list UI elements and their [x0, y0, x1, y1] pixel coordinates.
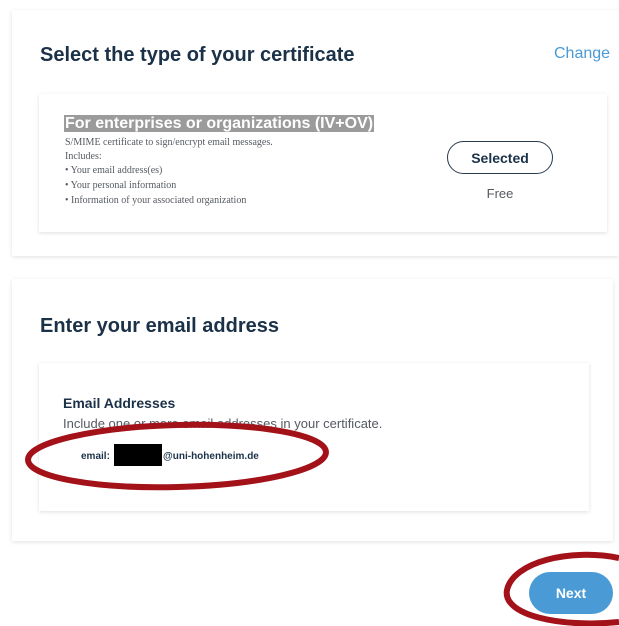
- email-addresses-card: Email Addresses Include one or more emai…: [39, 363, 589, 511]
- email-addresses-description: Include one or more email addresses in y…: [63, 416, 383, 431]
- next-button[interactable]: Next: [529, 572, 613, 614]
- option-include-item: • Information of your associated organiz…: [65, 195, 247, 206]
- email-domain: @uni-hohenheim.de: [163, 451, 259, 462]
- certificate-type-card: Select the type of your certificate Chan…: [12, 10, 619, 256]
- email-addresses-title: Email Addresses: [63, 395, 176, 411]
- certificate-option-card: For enterprises or organizations (IV+OV)…: [39, 94, 607, 232]
- redacted-username: [114, 444, 162, 466]
- change-link[interactable]: Change: [554, 45, 610, 63]
- option-include-item: • Your personal information: [65, 180, 177, 191]
- certificate-type-heading: Select the type of your certificate: [40, 44, 355, 66]
- email-heading: Enter your email address: [40, 315, 279, 337]
- email-card: Enter your email address Email Addresses…: [12, 279, 613, 541]
- selected-button[interactable]: Selected: [447, 141, 553, 174]
- option-price: Free: [486, 186, 514, 201]
- option-description: S/MIME certificate to sign/encrypt email…: [65, 137, 273, 148]
- option-include-item: • Your email address(es): [65, 165, 163, 176]
- option-title: For enterprises or organizations (IV+OV): [64, 115, 375, 132]
- option-includes-label: Includes:: [65, 151, 102, 162]
- email-label: email:: [81, 451, 110, 462]
